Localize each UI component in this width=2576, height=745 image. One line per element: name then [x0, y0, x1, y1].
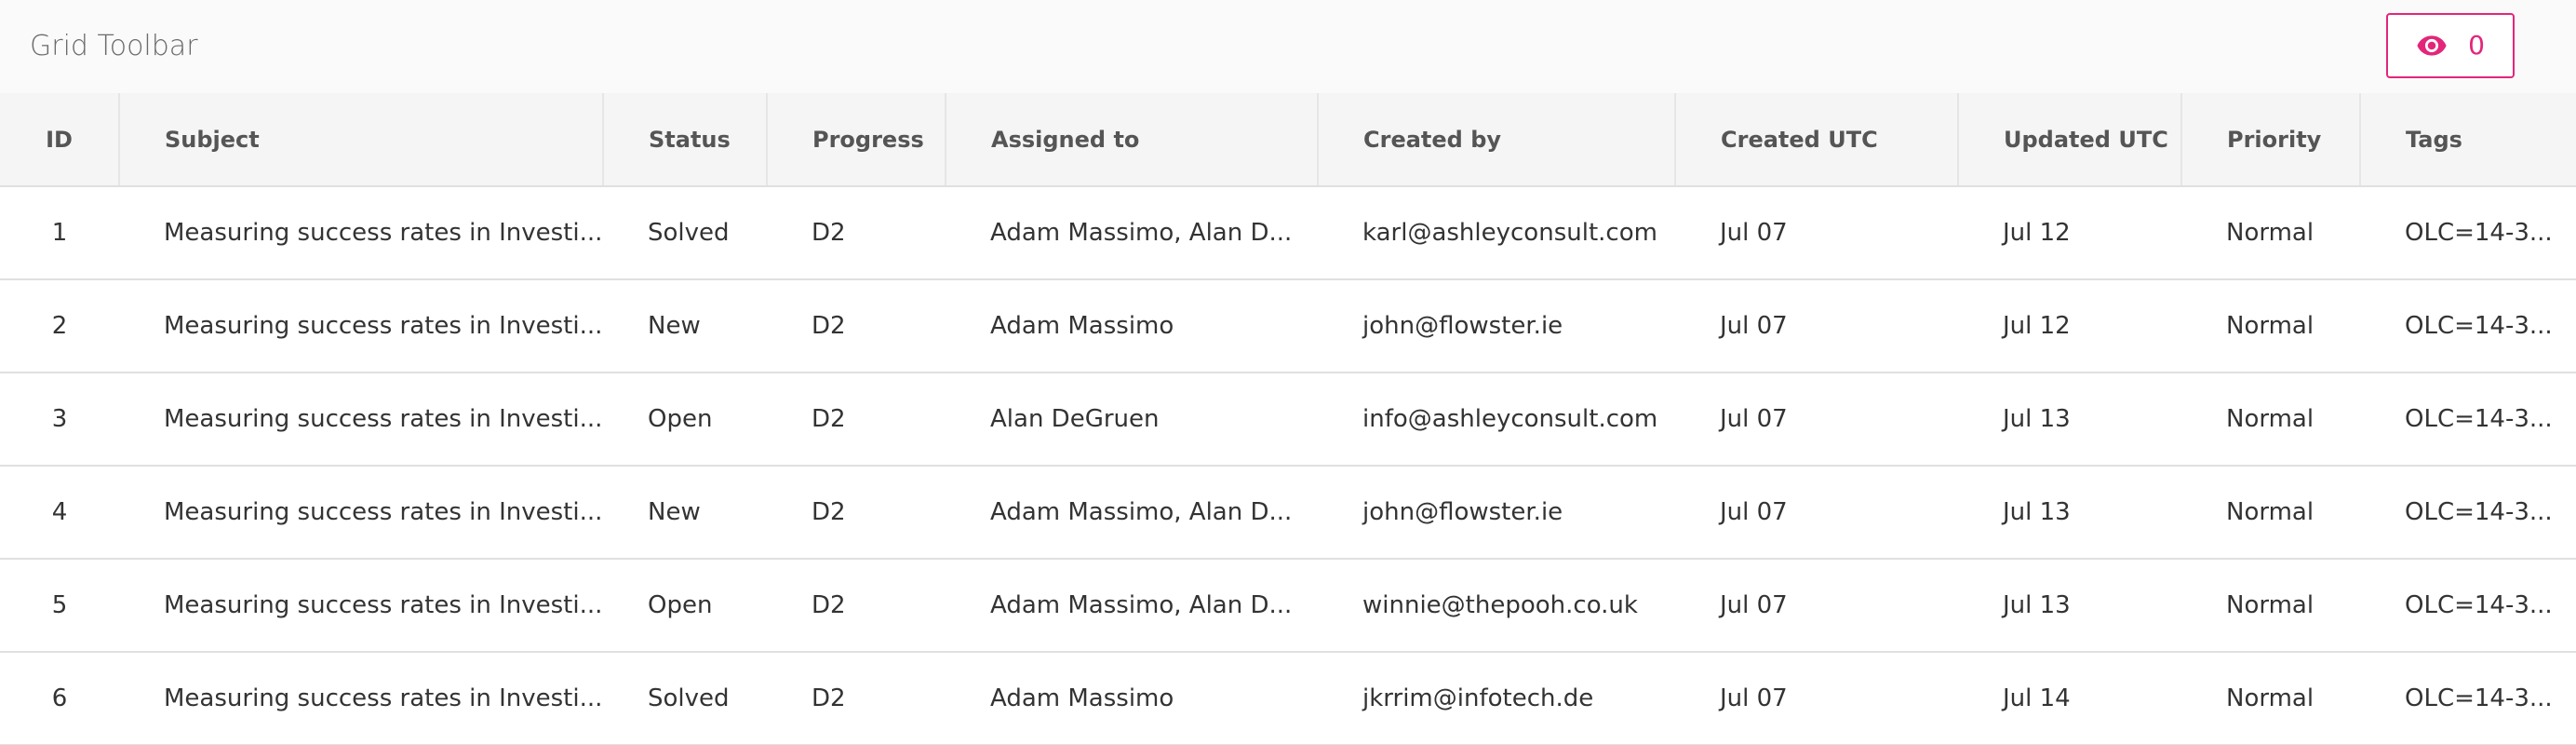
column-header-assigned-to[interactable]: Assigned to — [946, 93, 1319, 187]
column-header-subject[interactable]: Subject — [119, 93, 604, 187]
cell-created-utc: Jul 07 — [1675, 652, 1958, 745]
cell-subject: Measuring success rates in Investi... — [119, 279, 603, 373]
cell-created-by: john@flowster.ie — [1318, 466, 1675, 560]
cell-id: 2 — [0, 279, 119, 373]
cell-priority: Normal — [2181, 372, 2360, 467]
cell-assigned-to: Adam Massimo — [946, 279, 1318, 373]
cell-created-by: karl@ashleyconsult.com — [1318, 186, 1675, 280]
cell-created-utc: Jul 07 — [1675, 279, 1958, 373]
cell-subject: Measuring success rates in Investi... — [119, 652, 603, 745]
cell-id: 5 — [0, 559, 119, 653]
cell-tags: OLC=14-3... — [2360, 652, 2576, 745]
cell-status: Solved — [603, 652, 767, 745]
column-header-id[interactable]: ID — [0, 93, 120, 187]
cell-subject: Measuring success rates in Investi... — [119, 372, 603, 467]
cell-subject: Measuring success rates in Investi... — [119, 466, 603, 560]
cell-assigned-to: Adam Massimo, Alan D... — [946, 186, 1318, 280]
cell-tags: OLC=14-3... — [2360, 466, 2576, 560]
cell-subject: Measuring success rates in Investi... — [119, 186, 603, 280]
cell-assigned-to: Adam Massimo — [946, 652, 1318, 745]
table-row[interactable]: 4 Measuring success rates in Investi... … — [0, 466, 2576, 560]
cell-created-utc: Jul 07 — [1675, 186, 1958, 280]
cell-priority: Normal — [2181, 466, 2360, 560]
cell-created-utc: Jul 07 — [1675, 559, 1958, 653]
cell-id: 1 — [0, 186, 119, 280]
column-visibility-button[interactable]: 0 — [2386, 13, 2515, 78]
cell-updated-utc: Jul 13 — [1958, 466, 2181, 560]
cell-created-utc: Jul 07 — [1675, 466, 1958, 560]
cell-created-utc: Jul 07 — [1675, 372, 1958, 467]
cell-progress: D2 — [767, 372, 946, 467]
grid-header: ID Subject Status Progress Assigned to C… — [0, 93, 2576, 187]
cell-updated-utc: Jul 12 — [1958, 186, 2181, 280]
cell-updated-utc: Jul 14 — [1958, 652, 2181, 745]
cell-status: Solved — [603, 186, 767, 280]
cell-progress: D2 — [767, 559, 946, 653]
grid-body: 1 Measuring success rates in Investi... … — [0, 186, 2576, 745]
cell-status: New — [603, 279, 767, 373]
cell-tags: OLC=14-3... — [2360, 372, 2576, 467]
table-row[interactable]: 3 Measuring success rates in Investi... … — [0, 372, 2576, 467]
column-header-progress[interactable]: Progress — [767, 93, 946, 187]
cell-status: Open — [603, 372, 767, 467]
cell-assigned-to: Alan DeGruen — [946, 372, 1318, 467]
cell-status: New — [603, 466, 767, 560]
cell-progress: D2 — [767, 466, 946, 560]
cell-priority: Normal — [2181, 186, 2360, 280]
table-row[interactable]: 5 Measuring success rates in Investi... … — [0, 559, 2576, 653]
cell-created-by: info@ashleyconsult.com — [1318, 372, 1675, 467]
column-header-status[interactable]: Status — [603, 93, 768, 187]
cell-assigned-to: Adam Massimo, Alan D... — [946, 559, 1318, 653]
cell-updated-utc: Jul 12 — [1958, 279, 2181, 373]
cell-created-by: john@flowster.ie — [1318, 279, 1675, 373]
column-header-updated-utc[interactable]: Updated UTC — [1958, 93, 2182, 187]
cell-priority: Normal — [2181, 559, 2360, 653]
cell-updated-utc: Jul 13 — [1958, 559, 2181, 653]
column-header-created-by[interactable]: Created by — [1318, 93, 1676, 187]
cell-progress: D2 — [767, 186, 946, 280]
cell-tags: OLC=14-3... — [2360, 279, 2576, 373]
cell-priority: Normal — [2181, 279, 2360, 373]
cell-progress: D2 — [767, 652, 946, 745]
table-row[interactable]: 6 Measuring success rates in Investi... … — [0, 652, 2576, 745]
cell-progress: D2 — [767, 279, 946, 373]
cell-created-by: jkrrim@infotech.de — [1318, 652, 1675, 745]
column-header-created-utc[interactable]: Created UTC — [1675, 93, 1959, 187]
cell-tags: OLC=14-3... — [2360, 559, 2576, 653]
cell-id: 4 — [0, 466, 119, 560]
toolbar-title: Grid Toolbar — [30, 30, 198, 62]
cell-assigned-to: Adam Massimo, Alan D... — [946, 466, 1318, 560]
cell-priority: Normal — [2181, 652, 2360, 745]
grid-toolbar: Grid Toolbar 0 — [0, 0, 2576, 93]
table-row[interactable]: 1 Measuring success rates in Investi... … — [0, 186, 2576, 280]
column-header-priority[interactable]: Priority — [2181, 93, 2361, 187]
grid-table: ID Subject Status Progress Assigned to C… — [0, 93, 2576, 745]
column-header-tags[interactable]: Tags — [2360, 93, 2576, 187]
cell-id: 3 — [0, 372, 119, 467]
header-row: ID Subject Status Progress Assigned to C… — [0, 93, 2576, 187]
cell-updated-utc: Jul 13 — [1958, 372, 2181, 467]
cell-id: 6 — [0, 652, 119, 745]
cell-status: Open — [603, 559, 767, 653]
cell-tags: OLC=14-3... — [2360, 186, 2576, 280]
cell-subject: Measuring success rates in Investi... — [119, 559, 603, 653]
cell-created-by: winnie@thepooh.co.uk — [1318, 559, 1675, 653]
table-row[interactable]: 2 Measuring success rates in Investi... … — [0, 279, 2576, 373]
data-grid: ID Subject Status Progress Assigned to C… — [0, 93, 2576, 745]
visibility-count: 0 — [2468, 30, 2485, 61]
eye-icon — [2417, 35, 2447, 56]
grid-page: Grid Toolbar 0 ID Subject Status Progres… — [0, 0, 2576, 745]
